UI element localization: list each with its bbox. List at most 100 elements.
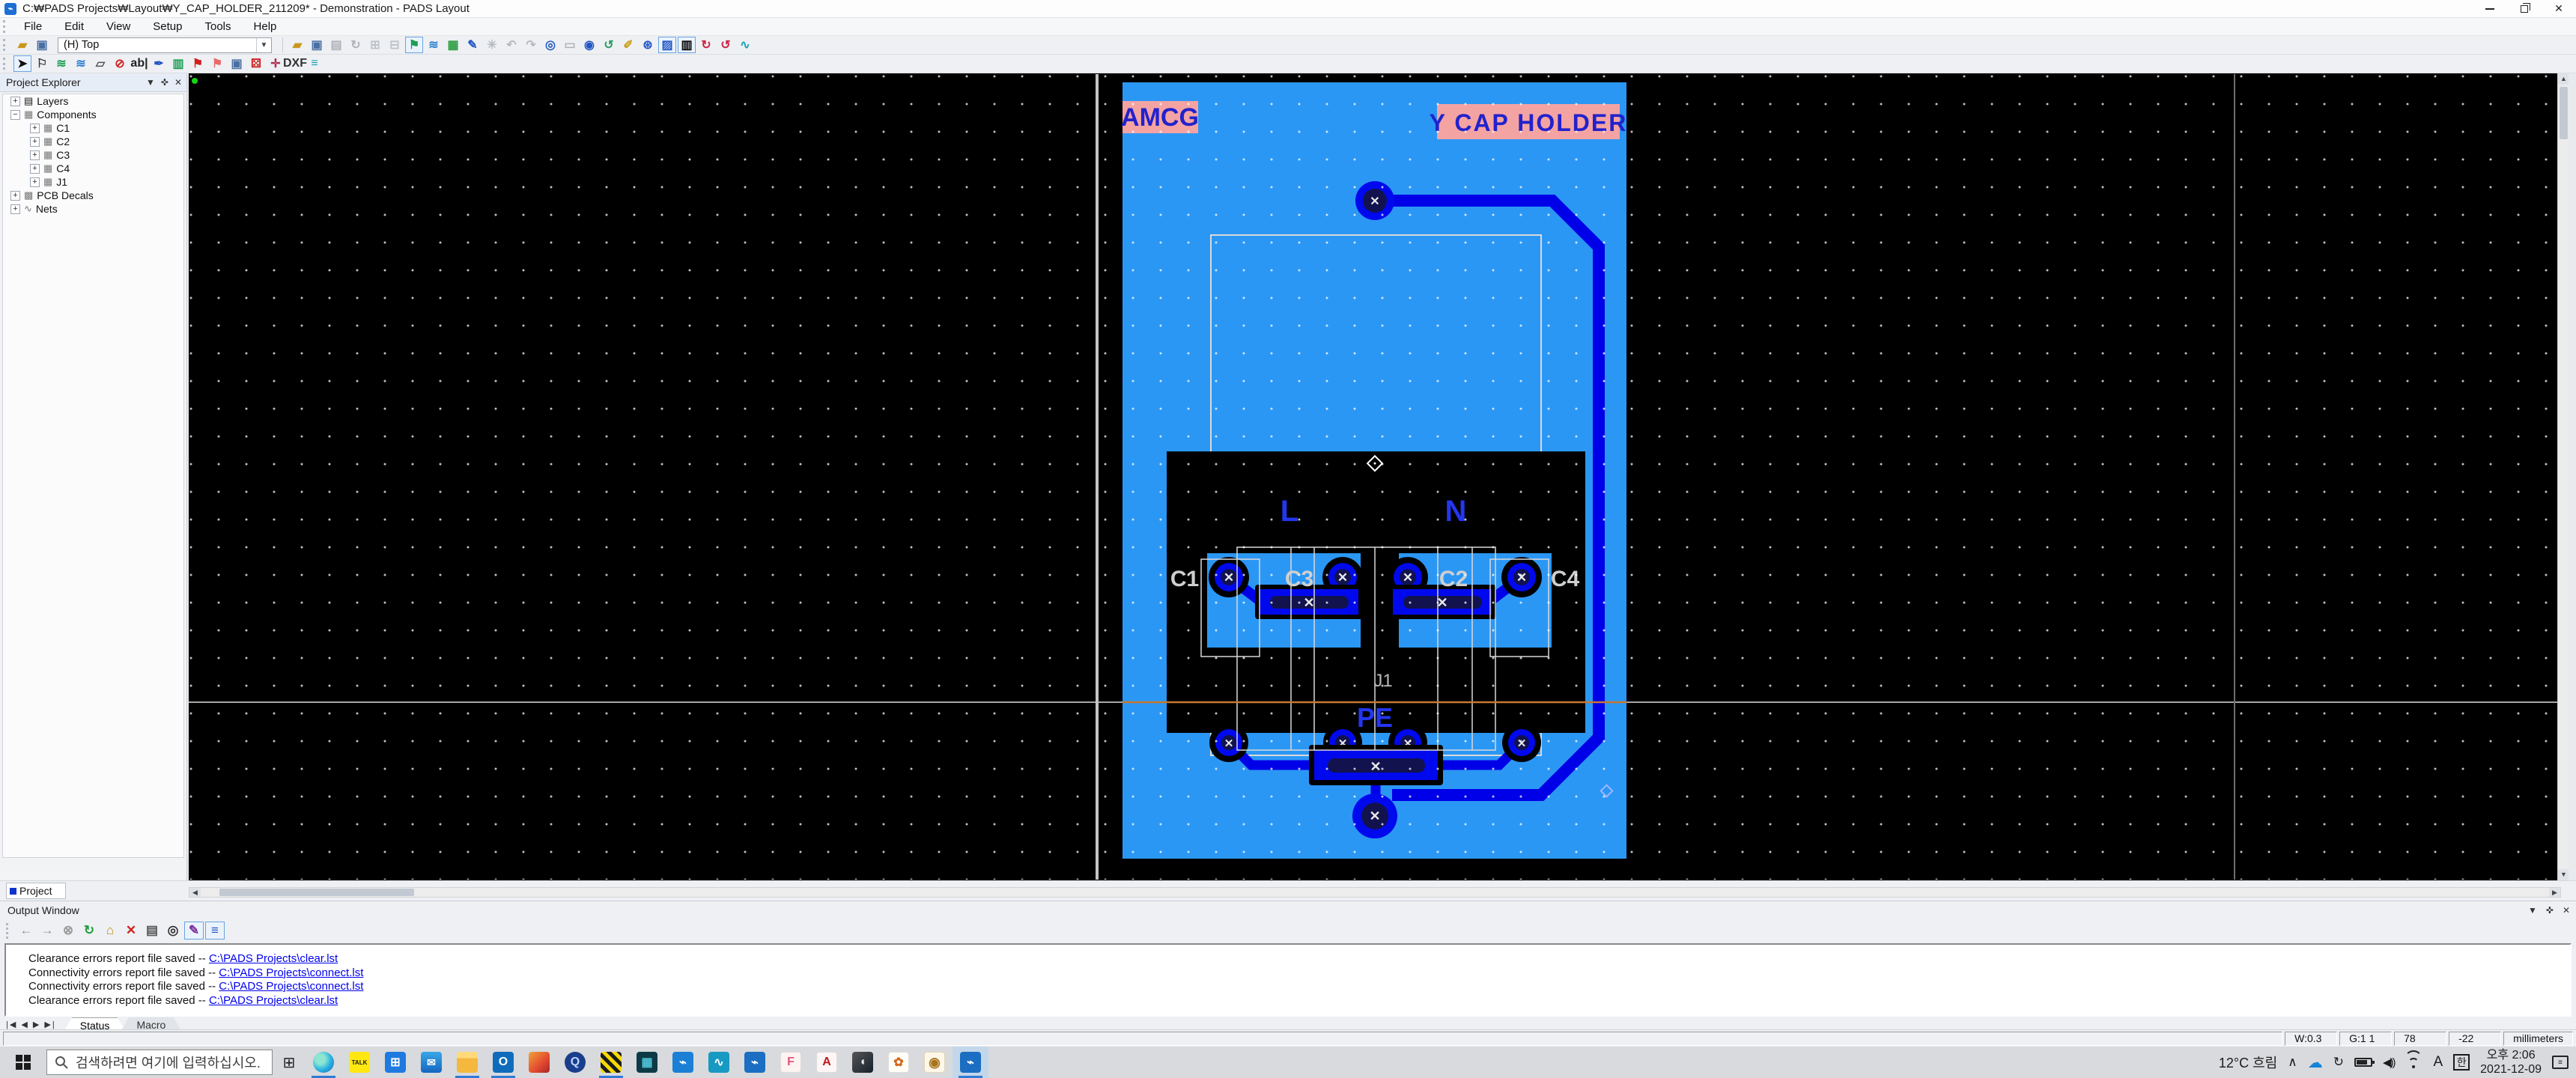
pin-icon[interactable]: ✜ bbox=[161, 77, 168, 88]
properties-icon[interactable]: ▤ bbox=[327, 37, 345, 53]
menu-edit[interactable]: Edit bbox=[53, 20, 95, 33]
taskbar-pads-doc[interactable]: ⌁ bbox=[665, 1047, 701, 1078]
menu-tools[interactable]: Tools bbox=[193, 20, 242, 33]
error-flag-icon[interactable]: ⚑ bbox=[189, 55, 207, 72]
copper-pour-icon[interactable]: ≋ bbox=[52, 55, 70, 72]
taskbar-owl-app[interactable]: ◉ bbox=[917, 1047, 953, 1078]
design-rules-icon[interactable]: ⊞ bbox=[366, 37, 384, 53]
taskbar-office[interactable] bbox=[521, 1047, 557, 1078]
close-icon[interactable]: ✕ bbox=[174, 77, 182, 88]
taskbar-search[interactable]: 검색하려면 여기에 입력하십시오. bbox=[46, 1050, 273, 1075]
connectivity-check-icon[interactable]: ↺ bbox=[717, 37, 735, 53]
canvas-vertical-scrollbar[interactable]: ▲ ▼ bbox=[2557, 73, 2569, 880]
text-tool-icon[interactable]: ab| bbox=[130, 55, 148, 72]
taskbar-clock[interactable]: 오후 2:06 2021-12-09 bbox=[2480, 1048, 2542, 1077]
route-mode-icon[interactable]: ▦ bbox=[444, 37, 462, 53]
taskbar-lens-app[interactable]: Q bbox=[557, 1047, 593, 1078]
tree-j1[interactable]: + ▦ J1 bbox=[3, 175, 183, 189]
scrollbar-thumb[interactable] bbox=[219, 889, 414, 896]
copper-hatch-icon[interactable]: ≋ bbox=[72, 55, 90, 72]
hidden-icons-chevron[interactable]: ∧ bbox=[2288, 1055, 2297, 1070]
library-icon[interactable]: ▥ bbox=[169, 55, 187, 72]
refresh-view-icon[interactable]: ↺ bbox=[600, 37, 618, 53]
tree-pcb-decals[interactable]: + ▩ PCB Decals bbox=[3, 189, 183, 202]
expand-toggle[interactable]: + bbox=[30, 177, 40, 187]
copy-paste-icon[interactable]: ▣ bbox=[228, 55, 246, 72]
error-markers-icon[interactable]: ⚄ bbox=[247, 55, 265, 72]
pen-mode-icon[interactable]: ✎ bbox=[184, 922, 204, 940]
expand-toggle[interactable]: + bbox=[30, 164, 40, 174]
minimize-button[interactable] bbox=[2473, 0, 2507, 17]
print-icon[interactable]: ▤ bbox=[142, 922, 162, 940]
menu-view[interactable]: View bbox=[95, 20, 142, 33]
home-icon[interactable]: ⌂ bbox=[100, 922, 120, 940]
taskbar-file-explorer[interactable] bbox=[449, 1047, 485, 1078]
layer-selector[interactable]: (H) Top ▼ bbox=[58, 37, 272, 53]
flag-select-icon[interactable]: ⚐ bbox=[33, 55, 51, 72]
stop-icon[interactable]: ⊗ bbox=[58, 922, 78, 940]
taskbar-chip-app[interactable]: ▦ bbox=[629, 1047, 665, 1078]
menu-file[interactable]: File bbox=[13, 20, 53, 33]
weather-widget[interactable]: 12°C 흐림 bbox=[2219, 1053, 2277, 1072]
nets-view-icon[interactable]: ≋ bbox=[425, 37, 443, 53]
taskbar-palette-app[interactable]: ✿ bbox=[881, 1047, 917, 1078]
report-file-link[interactable]: C:\PADS Projects\connect.lst bbox=[219, 966, 363, 979]
battery-icon[interactable] bbox=[2354, 1058, 2372, 1067]
menu-help[interactable]: Help bbox=[243, 20, 288, 33]
world-view-icon[interactable]: ⊛ bbox=[639, 37, 657, 53]
dimension-icon[interactable]: ✛ bbox=[267, 55, 285, 72]
menu-setup[interactable]: Setup bbox=[142, 20, 193, 33]
taskbar-pads-active[interactable]: ⌁ bbox=[953, 1047, 988, 1078]
taskbar-pads-layout[interactable]: ⌁ bbox=[737, 1047, 773, 1078]
taskbar-flotherm[interactable]: F bbox=[773, 1047, 809, 1078]
scroll-right-icon[interactable]: ▶ bbox=[2549, 888, 2560, 897]
dxf-import-icon[interactable]: DXF bbox=[286, 55, 304, 72]
sync-icon[interactable]: ↻ bbox=[2333, 1055, 2344, 1070]
expand-toggle[interactable]: + bbox=[10, 204, 20, 214]
add-trace-icon[interactable]: ✎ bbox=[464, 37, 482, 53]
start-button[interactable] bbox=[0, 1047, 46, 1078]
delete-icon[interactable]: ✕ bbox=[121, 922, 141, 940]
report-file-link[interactable]: C:\PADS Projects\clear.lst bbox=[209, 994, 338, 1007]
scrollbar-thumb[interactable] bbox=[2560, 87, 2568, 139]
taskbar-edge[interactable] bbox=[306, 1047, 341, 1078]
scroll-up-icon[interactable]: ▲ bbox=[2558, 73, 2569, 85]
list-mode-icon[interactable]: ≡ bbox=[205, 922, 225, 940]
link-tool-icon[interactable]: ∿ bbox=[736, 37, 754, 53]
taskbar-kakaotalk[interactable]: TALK bbox=[341, 1047, 377, 1078]
taskbar-camo-app[interactable] bbox=[593, 1047, 629, 1078]
fill-tool-icon[interactable]: ✒ bbox=[150, 55, 168, 72]
scroll-left-icon[interactable]: ◀ bbox=[189, 888, 201, 897]
radial-move-icon[interactable]: ✳ bbox=[483, 37, 501, 53]
nav-forward-icon[interactable]: → bbox=[37, 922, 57, 940]
tree-c1[interactable]: + ▦ C1 bbox=[3, 121, 183, 135]
expand-toggle[interactable]: − bbox=[10, 110, 20, 120]
keepout-icon[interactable]: ⊘ bbox=[111, 55, 129, 72]
tree-c2[interactable]: + ▦ C2 bbox=[3, 135, 183, 148]
taskbar-mail[interactable]: ✉ bbox=[413, 1047, 449, 1078]
drc-report-icon[interactable]: ▥ bbox=[678, 37, 696, 53]
taskbar-store[interactable]: ⊞ bbox=[377, 1047, 413, 1078]
clearance-check-icon[interactable]: ↻ bbox=[697, 37, 715, 53]
tree-layers[interactable]: + ▤ Layers bbox=[3, 94, 183, 108]
tree-components[interactable]: − ▦ Components bbox=[3, 108, 183, 121]
expand-toggle[interactable]: + bbox=[10, 97, 20, 106]
close-button[interactable]: ✕ bbox=[2542, 0, 2576, 17]
wifi-icon[interactable] bbox=[2405, 1056, 2422, 1068]
save-file-icon[interactable]: ▣ bbox=[33, 37, 51, 53]
onedrive-icon[interactable]: ☁ bbox=[2308, 1053, 2323, 1072]
scroll-down-icon[interactable]: ▼ bbox=[2558, 869, 2569, 880]
panel-menu-icon[interactable]: ▼ bbox=[2528, 905, 2537, 916]
task-view-button[interactable]: ⊞ bbox=[273, 1047, 306, 1078]
bom-list-icon[interactable]: ≡ bbox=[306, 55, 323, 72]
expand-toggle[interactable]: + bbox=[30, 137, 40, 147]
board-outline-icon[interactable]: ▱ bbox=[91, 55, 109, 72]
pin-icon[interactable]: ✜ bbox=[2546, 905, 2554, 916]
select-arrow-icon[interactable]: ➤ bbox=[13, 55, 31, 72]
warning-flag-icon[interactable]: ⚑ bbox=[208, 55, 226, 72]
open-file-icon[interactable]: ▰ bbox=[288, 37, 306, 53]
report-file-link[interactable]: C:\PADS Projects\connect.lst bbox=[219, 980, 363, 993]
pcb-canvas[interactable]: ✕ ✕ ✕ ✕ ✕ ✕ bbox=[189, 73, 2569, 880]
project-tab[interactable]: Project bbox=[6, 883, 66, 899]
zoom-icon[interactable]: ◎ bbox=[541, 37, 559, 53]
